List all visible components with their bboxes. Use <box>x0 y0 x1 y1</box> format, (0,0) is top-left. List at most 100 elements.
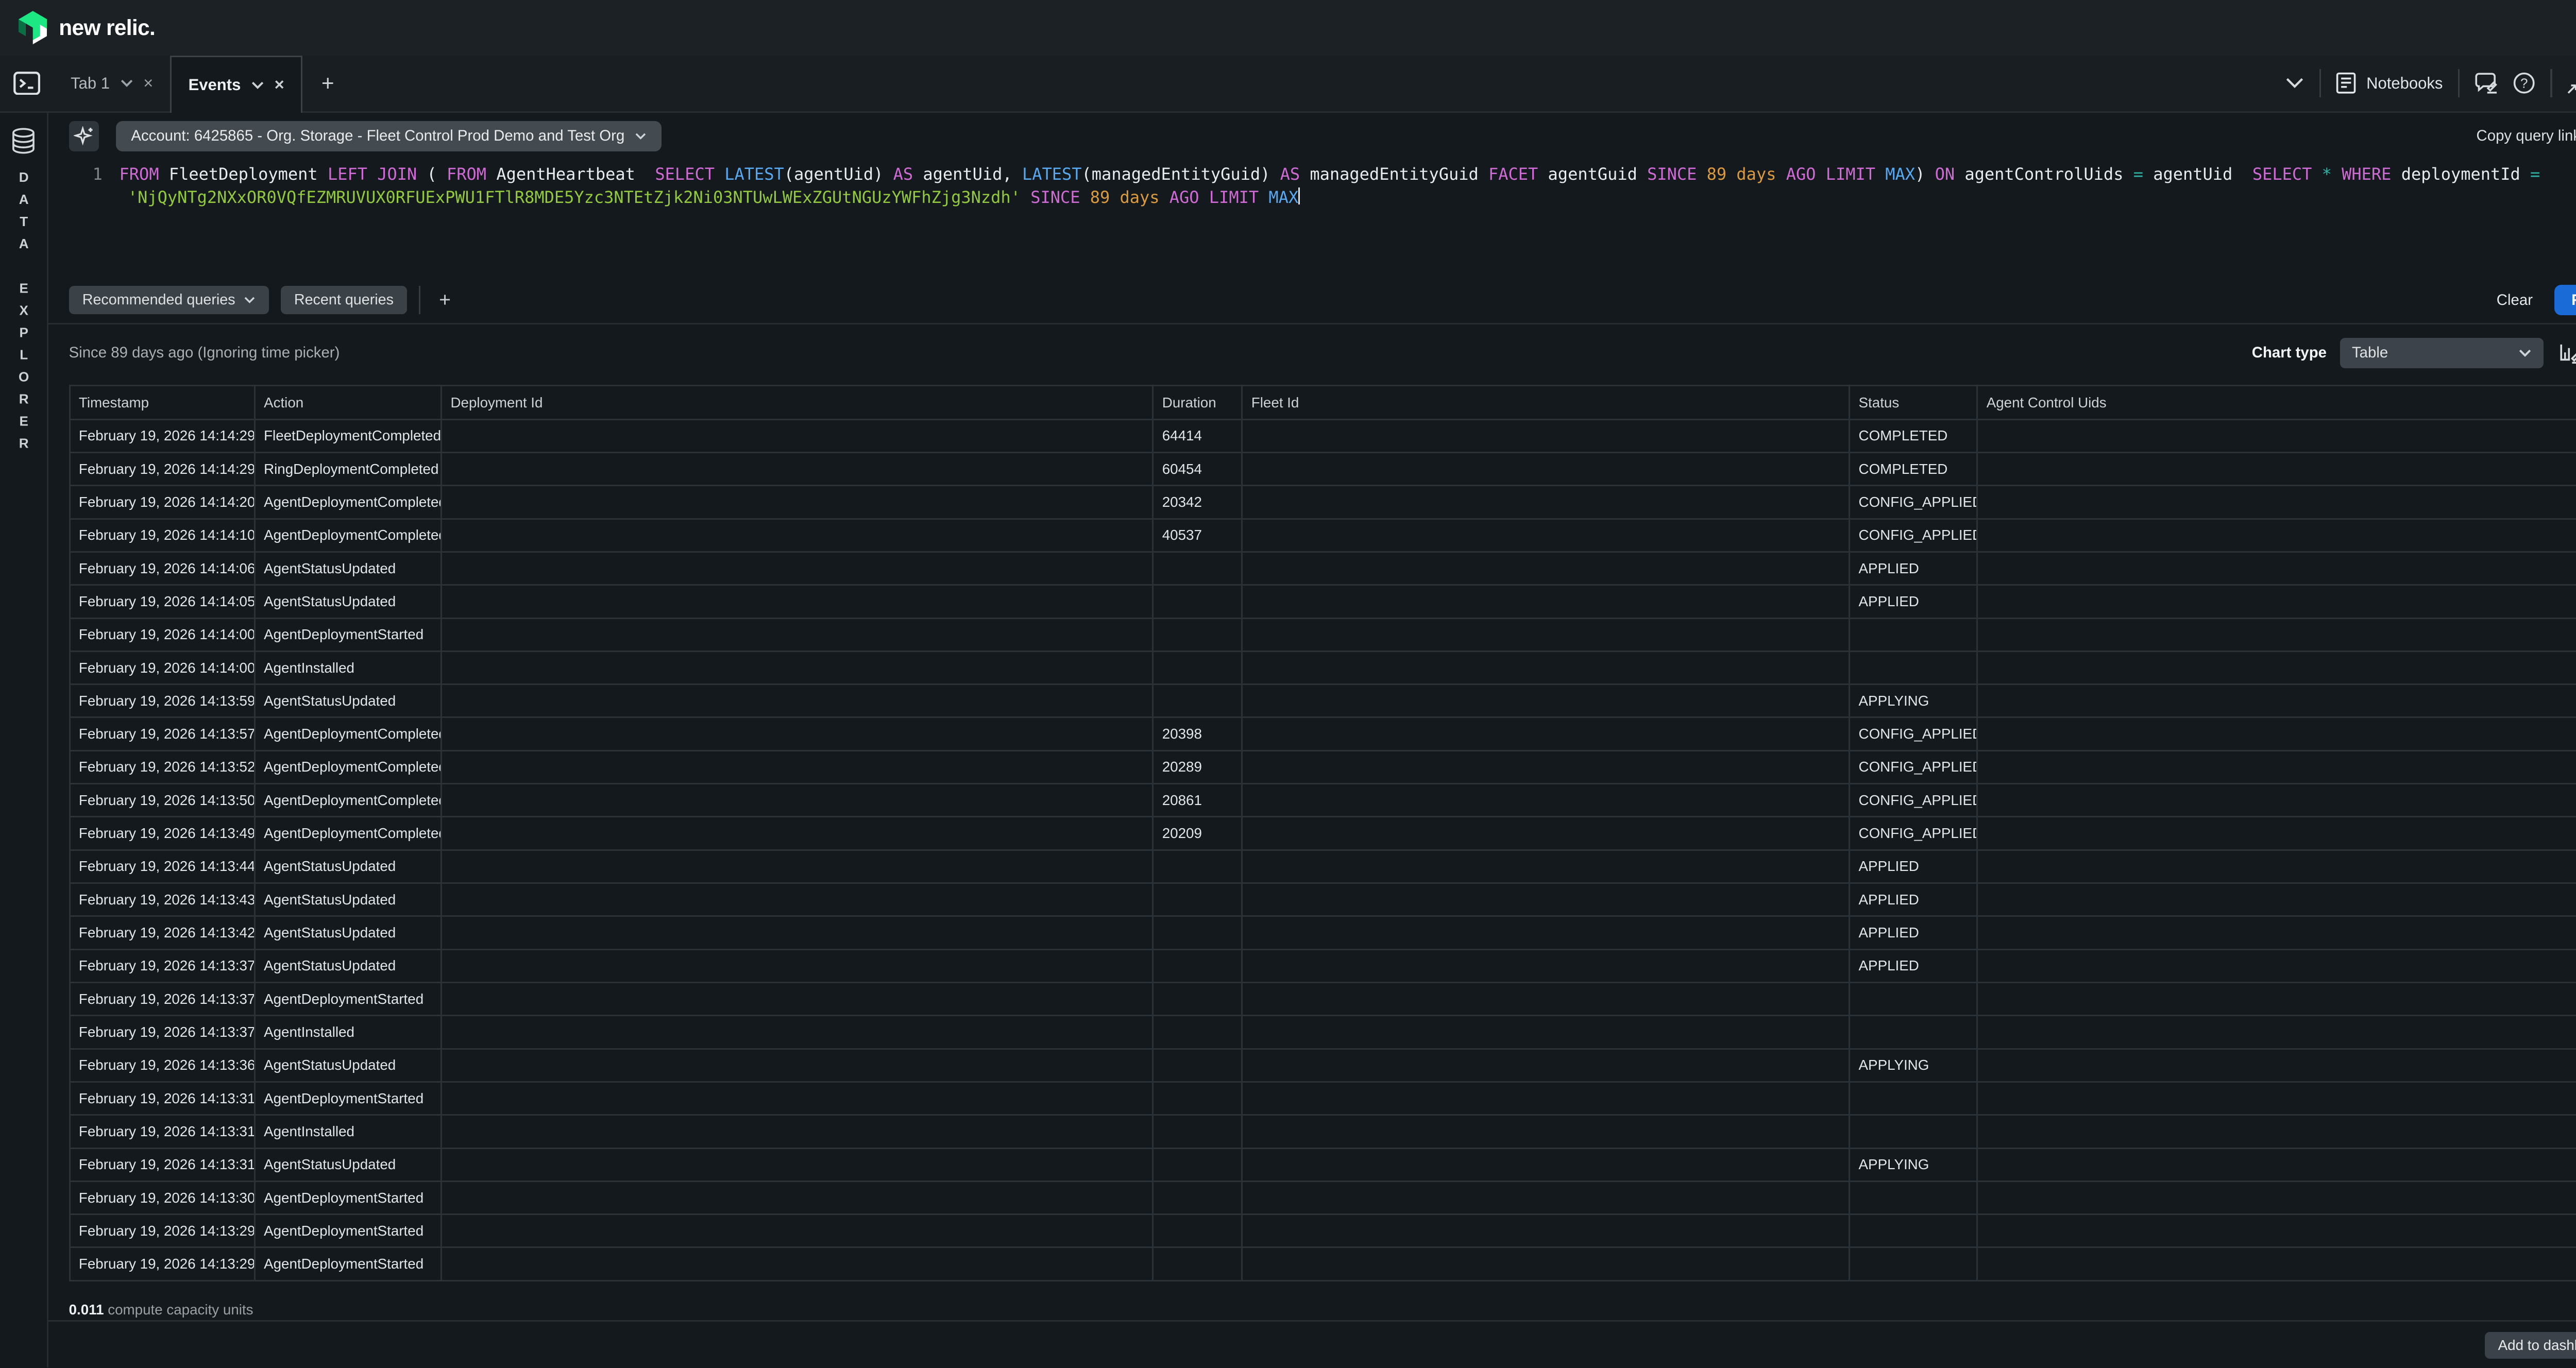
column-header[interactable]: Status <box>1850 386 1977 419</box>
tab-events[interactable]: Events × <box>170 56 302 113</box>
new-relic-logo-icon[interactable] <box>19 11 47 44</box>
query-console-icon[interactable] <box>0 56 54 111</box>
column-header[interactable]: Fleet Id <box>1242 386 1850 419</box>
table-row[interactable]: February 19, 2026 14:13:31AgentInstalled <box>70 1115 2576 1148</box>
close-icon[interactable]: × <box>275 76 284 93</box>
table-cell: AgentStatusUpdated <box>255 685 441 717</box>
table-row[interactable]: February 19, 2026 14:13:31AgentStatusUpd… <box>70 1148 2576 1181</box>
table-cell: AgentStatusUpdated <box>255 949 441 982</box>
table-row[interactable]: February 19, 2026 14:13:30AgentDeploymen… <box>70 1181 2576 1214</box>
collapse-window-icon[interactable] <box>2567 72 2576 94</box>
data-explorer-rail[interactable]: DATA EXPLORER <box>0 113 48 1367</box>
table-cell <box>1242 552 1850 585</box>
nrql-editor[interactable]: 1 FROM FleetDeployment LEFT JOIN ( FROM … <box>48 155 2576 277</box>
table-cell <box>1977 1181 2576 1214</box>
table-cell <box>442 585 1153 618</box>
table-cell <box>1242 817 1850 850</box>
table-cell: February 19, 2026 14:14:00 <box>70 651 255 684</box>
table-cell <box>1153 1016 1242 1049</box>
account-picker[interactable]: Account: 6425865 - Org. Storage - Fleet … <box>116 121 662 151</box>
table-row[interactable]: February 19, 2026 14:13:37AgentDeploymen… <box>70 982 2576 1015</box>
table-cell: APPLIED <box>1850 949 1977 982</box>
table-cell: AgentDeploymentCompleted <box>255 519 441 552</box>
table-cell <box>1153 916 1242 949</box>
column-header[interactable]: Action <box>255 386 441 419</box>
sparkle-icon <box>74 126 94 146</box>
chevron-down-icon[interactable] <box>120 79 133 87</box>
notebooks-icon <box>2336 72 2356 94</box>
table-row[interactable]: February 19, 2026 14:14:10AgentDeploymen… <box>70 519 2576 552</box>
column-header[interactable]: Timestamp <box>70 386 255 419</box>
table-row[interactable]: February 19, 2026 14:13:43AgentStatusUpd… <box>70 883 2576 916</box>
table-row[interactable]: February 19, 2026 14:14:05AgentStatusUpd… <box>70 585 2576 618</box>
logo-text[interactable]: new relic. <box>59 15 155 40</box>
table-row[interactable]: February 19, 2026 14:13:50AgentDeploymen… <box>70 784 2576 817</box>
table-cell <box>1977 1049 2576 1082</box>
table-cell <box>1242 1115 1850 1148</box>
table-cell <box>442 784 1153 817</box>
collapse-panel-chevron-icon[interactable] <box>2285 77 2304 89</box>
table-row[interactable]: February 19, 2026 14:14:00AgentInstalled <box>70 651 2576 684</box>
table-cell: 20342 <box>1153 486 1242 519</box>
tab-tab1[interactable]: Tab 1 × <box>54 56 170 111</box>
close-icon[interactable]: × <box>143 75 153 92</box>
table-cell <box>1850 618 1977 651</box>
recommended-queries-button[interactable]: Recommended queries <box>69 286 269 315</box>
table-cell <box>442 651 1153 684</box>
add-tab-button[interactable]: + <box>302 56 353 111</box>
table-cell <box>1242 784 1850 817</box>
recommended-queries-label: Recommended queries <box>82 292 235 309</box>
table-cell <box>1977 717 2576 750</box>
results-table: TimestampActionDeployment IdDurationFlee… <box>69 385 2576 1281</box>
recent-queries-button[interactable]: Recent queries <box>281 286 407 315</box>
table-row[interactable]: February 19, 2026 14:13:36AgentStatusUpd… <box>70 1049 2576 1082</box>
table-row[interactable]: February 19, 2026 14:13:57AgentDeploymen… <box>70 717 2576 750</box>
table-row[interactable]: February 19, 2026 14:14:20AgentDeploymen… <box>70 486 2576 519</box>
table-row[interactable]: February 19, 2026 14:13:59AgentStatusUpd… <box>70 685 2576 717</box>
table-cell <box>1242 883 1850 916</box>
chart-type-select[interactable]: Table <box>2340 338 2544 368</box>
ai-assist-button[interactable] <box>69 121 99 151</box>
table-row[interactable]: February 19, 2026 14:13:37AgentInstalled <box>70 1016 2576 1049</box>
table-row[interactable]: February 19, 2026 14:13:31AgentDeploymen… <box>70 1082 2576 1115</box>
table-row[interactable]: February 19, 2026 14:14:06AgentStatusUpd… <box>70 552 2576 585</box>
feedback-icon[interactable] <box>2475 72 2498 94</box>
table-row[interactable]: February 19, 2026 14:13:44AgentStatusUpd… <box>70 850 2576 883</box>
data-explorer-label: DATA EXPLORER <box>15 169 31 458</box>
table-cell <box>1153 1148 1242 1181</box>
table-cell: February 19, 2026 14:14:20 <box>70 486 255 519</box>
table-row[interactable]: February 19, 2026 14:13:42AgentStatusUpd… <box>70 916 2576 949</box>
clear-button[interactable]: Clear <box>2497 292 2533 309</box>
column-header[interactable]: Agent Control Uids <box>1977 386 2576 419</box>
tab-label: Tab 1 <box>71 74 110 93</box>
table-cell <box>442 1016 1153 1049</box>
table-cell: 20398 <box>1153 717 1242 750</box>
svg-text:?: ? <box>2520 76 2528 91</box>
edit-chart-icon[interactable] <box>2559 342 2576 364</box>
help-icon[interactable]: ? <box>2513 72 2535 94</box>
table-row[interactable]: February 19, 2026 14:13:29AgentDeploymen… <box>70 1247 2576 1280</box>
tab-bar: Tab 1 × Events × + <box>0 56 2576 113</box>
table-row[interactable]: February 19, 2026 14:13:37AgentStatusUpd… <box>70 949 2576 982</box>
notebooks-button[interactable]: Notebooks <box>2336 72 2443 94</box>
column-header[interactable]: Duration <box>1153 386 1242 419</box>
add-query-button[interactable]: + <box>432 289 457 312</box>
table-cell <box>442 1215 1153 1247</box>
bottom-bar: Add to dashboard <box>48 1322 2576 1367</box>
ccu-label: compute capacity units <box>108 1302 253 1318</box>
column-header[interactable]: Deployment Id <box>442 386 1153 419</box>
table-row[interactable]: February 19, 2026 14:14:29FleetDeploymen… <box>70 419 2576 452</box>
table-cell <box>1977 552 2576 585</box>
table-row[interactable]: February 19, 2026 14:13:29AgentDeploymen… <box>70 1215 2576 1247</box>
table-row[interactable]: February 19, 2026 14:14:29RingDeployment… <box>70 452 2576 485</box>
table-row[interactable]: February 19, 2026 14:13:52AgentDeploymen… <box>70 750 2576 783</box>
table-cell <box>1977 1016 2576 1049</box>
add-to-dashboard-button[interactable]: Add to dashboard <box>2485 1332 2576 1359</box>
query-header: Account: 6425865 - Org. Storage - Fleet … <box>48 117 2576 155</box>
table-row[interactable]: February 19, 2026 14:13:49AgentDeploymen… <box>70 817 2576 850</box>
chevron-down-icon[interactable] <box>251 81 264 89</box>
run-button[interactable]: Run <box>2554 285 2576 315</box>
table-row[interactable]: February 19, 2026 14:14:00AgentDeploymen… <box>70 618 2576 651</box>
copy-query-link-button[interactable]: Copy query link <box>2477 127 2576 145</box>
table-cell: AgentDeploymentCompleted <box>255 817 441 850</box>
